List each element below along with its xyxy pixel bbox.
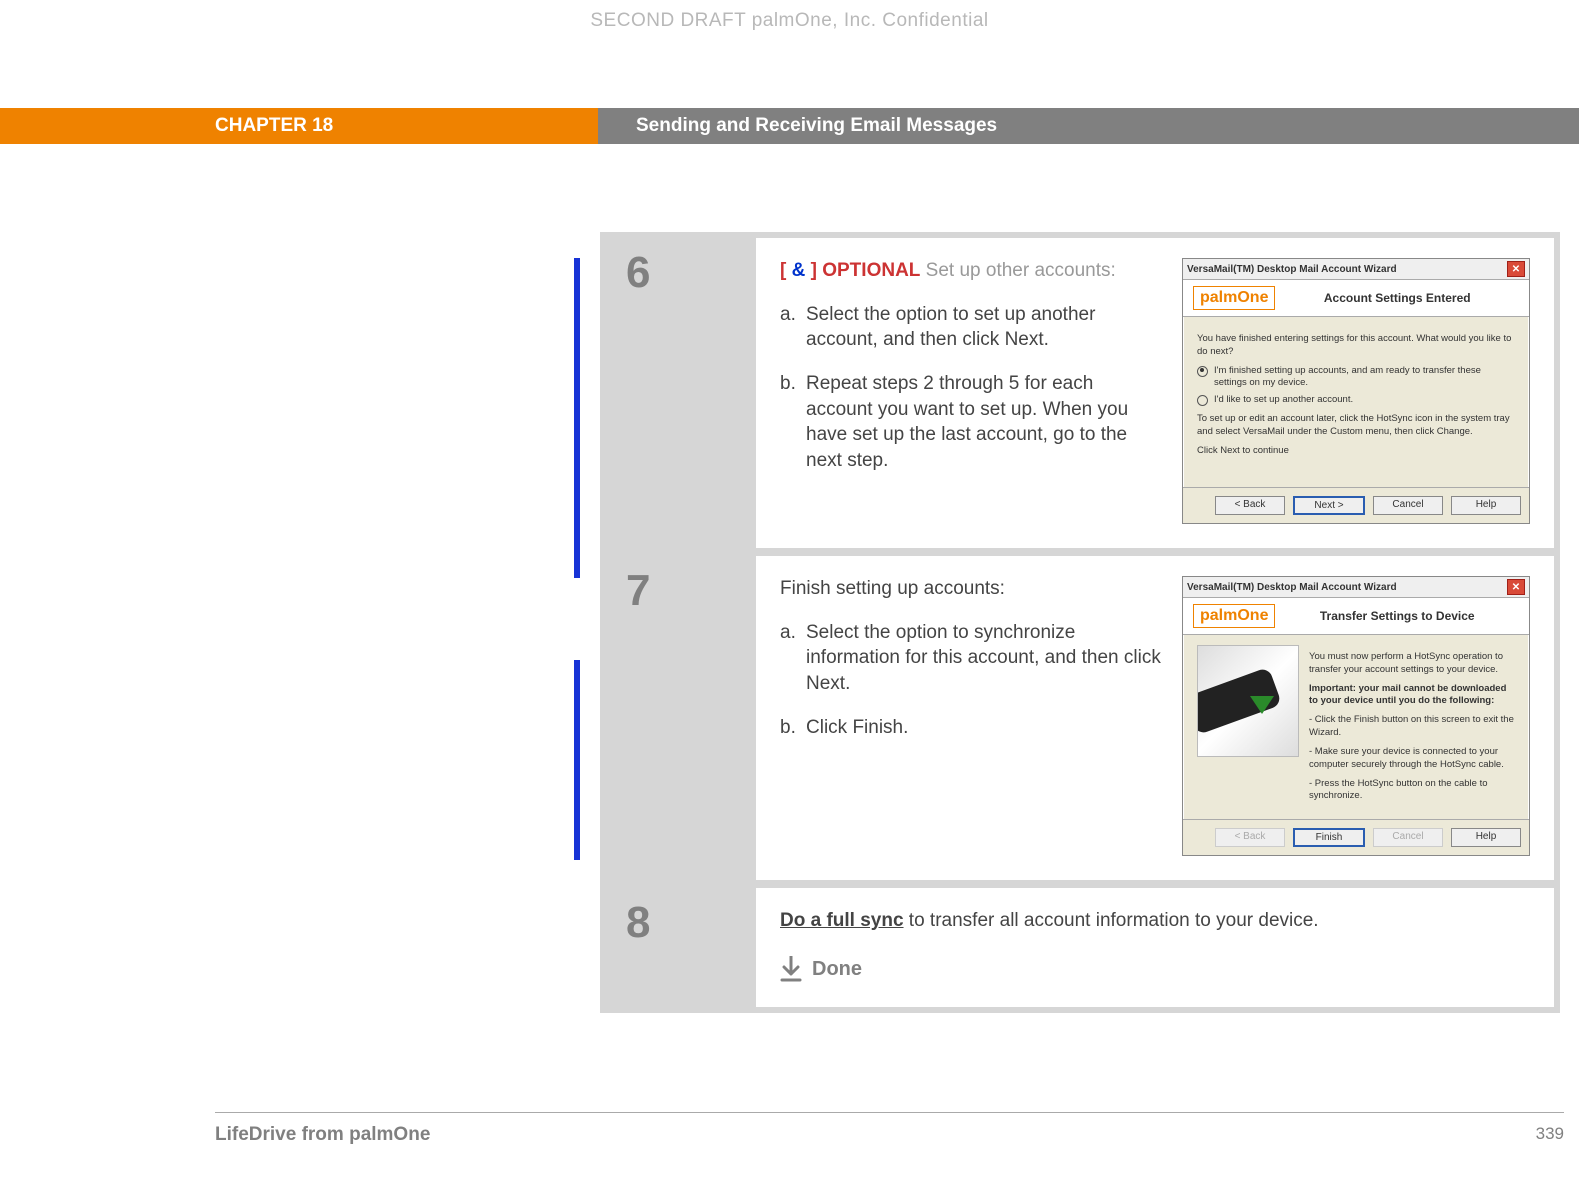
radio-option[interactable]: I'd like to set up another account. bbox=[1197, 394, 1515, 407]
radio-label: I'm finished setting up accounts, and am… bbox=[1214, 365, 1515, 391]
sub-steps: a. Select the option to set up another a… bbox=[780, 302, 1164, 474]
wizard-screenshot: VersaMail(TM) Desktop Mail Account Wizar… bbox=[1182, 576, 1530, 856]
wizard-continue: Click Next to continue bbox=[1197, 445, 1515, 458]
help-button[interactable]: Help bbox=[1451, 828, 1521, 847]
sub-text: Select the option to set up another acco… bbox=[806, 302, 1164, 353]
page-number: 339 bbox=[1536, 1124, 1564, 1144]
sub-letter: b. bbox=[780, 715, 806, 741]
close-icon[interactable]: ✕ bbox=[1507, 261, 1525, 277]
steps-container: 6 [ & ] OPTIONAL Set up other accounts: … bbox=[600, 232, 1560, 1013]
sub-letter: b. bbox=[780, 371, 806, 474]
sub-letter: a. bbox=[780, 620, 806, 697]
chapter-bar: CHAPTER 18 Sending and Receiving Email M… bbox=[0, 108, 1579, 144]
sub-text: Select the option to synchronize informa… bbox=[806, 620, 1164, 697]
wizard-titlebar: VersaMail(TM) Desktop Mail Account Wizar… bbox=[1183, 577, 1529, 598]
cancel-button[interactable]: Cancel bbox=[1373, 496, 1443, 515]
back-button: < Back bbox=[1215, 828, 1285, 847]
wizard-titlebar: VersaMail(TM) Desktop Mail Account Wizar… bbox=[1183, 259, 1529, 280]
palmone-logo: palmOne bbox=[1193, 604, 1275, 628]
optional-word: OPTIONAL bbox=[817, 260, 920, 281]
wizard-body: You must now perform a HotSync operation… bbox=[1183, 635, 1529, 819]
optional-open: [ bbox=[780, 260, 792, 281]
optional-amp: & bbox=[792, 260, 806, 281]
wizard-bullet: - Click the Finish button on this screen… bbox=[1309, 714, 1515, 740]
step-number: 7 bbox=[606, 556, 756, 880]
confidential-header: SECOND DRAFT palmOne, Inc. Confidential bbox=[0, 10, 1579, 32]
sub-step: a. Select the option to synchronize info… bbox=[780, 620, 1164, 697]
sub-step: a. Select the option to set up another a… bbox=[780, 302, 1164, 353]
wizard-body: You have finished entering settings for … bbox=[1183, 317, 1529, 487]
step-number: 8 bbox=[606, 888, 756, 1007]
chapter-label: CHAPTER 18 bbox=[0, 108, 598, 144]
down-arrow-icon bbox=[780, 956, 802, 982]
sub-step: b. Click Finish. bbox=[780, 715, 1164, 741]
help-button[interactable]: Help bbox=[1451, 496, 1521, 515]
step-row: 7 Finish setting up accounts: a. Select … bbox=[606, 556, 1554, 880]
wizard-bullet: - Press the HotSync button on the cable … bbox=[1309, 778, 1515, 804]
step-row: 8 Do a full sync to transfer all account… bbox=[606, 888, 1554, 1007]
sub-text: Click Finish. bbox=[806, 715, 908, 741]
full-sync-link[interactable]: Do a full sync bbox=[780, 910, 904, 931]
radio-icon bbox=[1197, 395, 1208, 406]
wizard-header: palmOne Account Settings Entered bbox=[1183, 280, 1529, 317]
optional-close: ] bbox=[805, 260, 817, 281]
sub-text: Repeat steps 2 through 5 for each accoun… bbox=[806, 371, 1164, 474]
wizard-line: You must now perform a HotSync operation… bbox=[1309, 651, 1515, 677]
step-number: 6 bbox=[606, 238, 756, 548]
wizard-screenshot: VersaMail(TM) Desktop Mail Account Wizar… bbox=[1182, 258, 1530, 524]
radio-label: I'd like to set up another account. bbox=[1214, 394, 1353, 407]
step-text: Do a full sync to transfer all account i… bbox=[780, 908, 1530, 983]
wizard-note: To set up or edit an account later, clic… bbox=[1197, 413, 1515, 439]
hotsync-cable-image bbox=[1197, 645, 1299, 757]
chapter-title: Sending and Receiving Email Messages bbox=[598, 108, 1579, 144]
radio-icon bbox=[1197, 366, 1208, 377]
close-icon[interactable]: ✕ bbox=[1507, 579, 1525, 595]
step-text: Finish setting up accounts: a. Select th… bbox=[780, 576, 1164, 856]
optional-tail: Set up other accounts: bbox=[920, 260, 1115, 281]
back-button[interactable]: < Back bbox=[1215, 496, 1285, 515]
sub-steps: a. Select the option to synchronize info… bbox=[780, 620, 1164, 741]
wizard-header: palmOne Transfer Settings to Device bbox=[1183, 598, 1529, 635]
palmone-logo: palmOne bbox=[1193, 286, 1275, 310]
wizard-important: Important: your mail cannot be downloade… bbox=[1309, 683, 1515, 709]
step-body: Do a full sync to transfer all account i… bbox=[756, 888, 1554, 1007]
done-indicator: Done bbox=[780, 956, 1530, 983]
revision-mark bbox=[574, 258, 580, 578]
footer-rule bbox=[215, 1112, 1564, 1113]
wizard-buttons: < Back Finish Cancel Help bbox=[1183, 819, 1529, 855]
sub-step: b. Repeat steps 2 through 5 for each acc… bbox=[780, 371, 1164, 474]
next-button[interactable]: Next > bbox=[1293, 496, 1365, 515]
wizard-title-text: VersaMail(TM) Desktop Mail Account Wizar… bbox=[1187, 264, 1397, 275]
wizard-header-title: Account Settings Entered bbox=[1275, 291, 1519, 305]
wizard-header-title: Transfer Settings to Device bbox=[1275, 609, 1519, 623]
step-lead: Finish setting up accounts: bbox=[780, 578, 1005, 599]
revision-mark bbox=[574, 660, 580, 860]
step-rest: to transfer all account information to y… bbox=[904, 910, 1319, 931]
step-body: Finish setting up accounts: a. Select th… bbox=[756, 556, 1554, 880]
wizard-intro: You have finished entering settings for … bbox=[1197, 333, 1515, 359]
sub-letter: a. bbox=[780, 302, 806, 353]
step-text: [ & ] OPTIONAL Set up other accounts: a.… bbox=[780, 258, 1164, 524]
cancel-button: Cancel bbox=[1373, 828, 1443, 847]
radio-option[interactable]: I'm finished setting up accounts, and am… bbox=[1197, 365, 1515, 391]
wizard-bullet: - Make sure your device is connected to … bbox=[1309, 746, 1515, 772]
done-label: Done bbox=[812, 956, 862, 983]
finish-button[interactable]: Finish bbox=[1293, 828, 1365, 847]
wizard-buttons: < Back Next > Cancel Help bbox=[1183, 487, 1529, 523]
step-body: [ & ] OPTIONAL Set up other accounts: a.… bbox=[756, 238, 1554, 548]
wizard-title-text: VersaMail(TM) Desktop Mail Account Wizar… bbox=[1187, 582, 1397, 593]
footer-product: LifeDrive from palmOne bbox=[215, 1124, 430, 1146]
step-row: 6 [ & ] OPTIONAL Set up other accounts: … bbox=[606, 238, 1554, 548]
